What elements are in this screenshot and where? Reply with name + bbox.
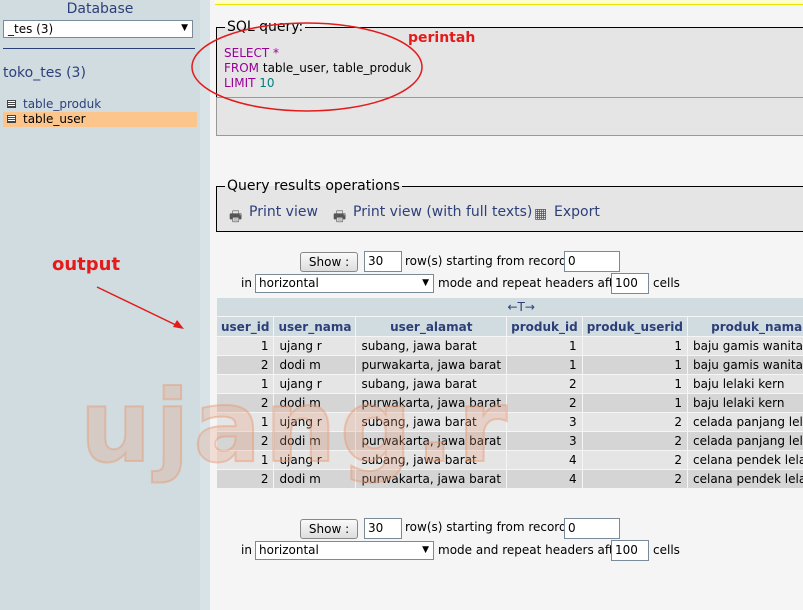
annotation-output: output [52, 254, 121, 275]
output-arrow [96, 286, 181, 328]
highlight-ellipse [191, 22, 423, 112]
annotation-overlay [96, 22, 423, 329]
annotation-perintah: perintah [408, 30, 476, 46]
output-arrow-head [173, 320, 184, 329]
